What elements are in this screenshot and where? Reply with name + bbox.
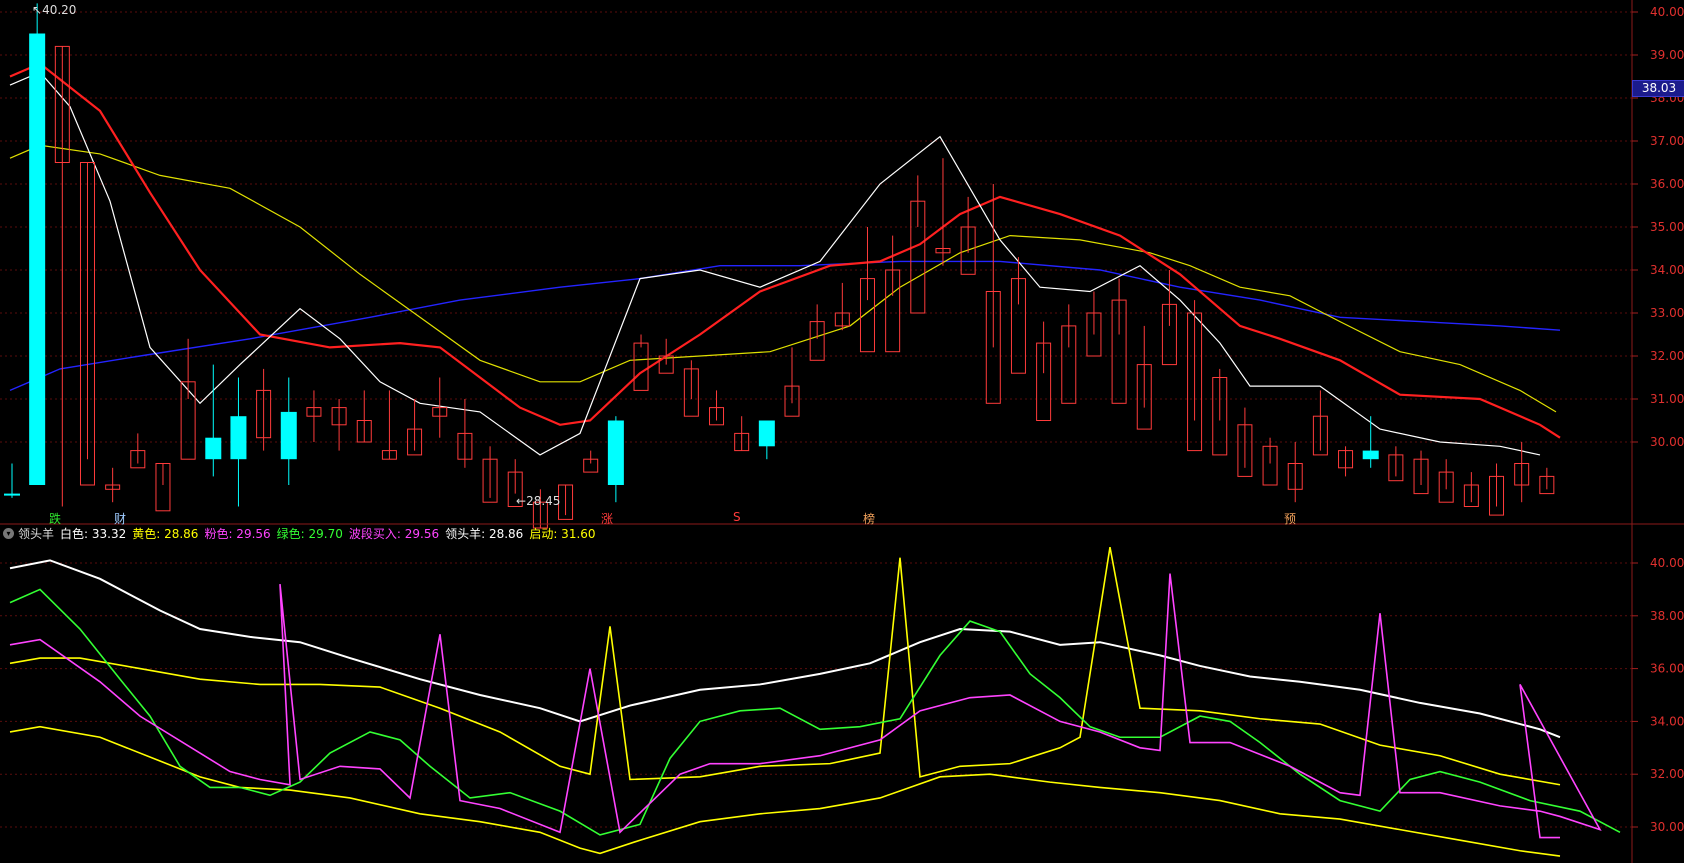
indicator-axis-label: 38.00	[1650, 609, 1684, 623]
price-axis-label: 33.00	[1650, 306, 1684, 320]
candle-body	[205, 437, 222, 460]
price-axis-label: 34.00	[1650, 263, 1684, 277]
indicator-value-buy: 波段买入: 29.56	[348, 526, 440, 541]
price-axis-label: 39.00	[1650, 48, 1684, 62]
candle-body	[4, 493, 20, 496]
candle-body	[607, 420, 624, 485]
marker-s[interactable]: S	[733, 510, 741, 524]
low-price-annotation: ←28.45	[516, 494, 561, 508]
price-axis-label: 31.00	[1650, 392, 1684, 406]
stock-chart[interactable]: 40.00 39.00 38.00 37.00 36.00 35.00 34.00 33.00…	[0, 0, 1684, 863]
price-axis-label: 40.00	[1650, 5, 1684, 19]
indicator-value-yellow: 黄色: 28.86	[132, 526, 199, 541]
candle-body	[29, 33, 46, 485]
indicator-value-leader: 领头羊: 28.86	[445, 526, 524, 541]
marker-rise[interactable]: 涨	[601, 510, 613, 527]
candle-body	[758, 420, 775, 447]
price-axis-label: 36.00	[1650, 177, 1684, 191]
collapse-icon[interactable]: ▾	[3, 527, 14, 539]
indicator-value-white: 白色: 33.32	[60, 526, 127, 541]
candle-body	[280, 411, 297, 460]
indicator-axis-label: 30.00	[1650, 820, 1684, 834]
indicator-bar: ▾ 领头羊 白色: 33.32 黄色: 28.86 粉色: 29.56 绿色: …	[0, 524, 602, 542]
indicator-axis-label: 34.00	[1650, 714, 1684, 728]
indicator-value-pink: 粉色: 29.56	[204, 526, 271, 541]
price-axis-label: 30.00	[1650, 435, 1684, 449]
indicator-value-start: 启动: 31.60	[529, 526, 596, 541]
price-axis-label: 32.00	[1650, 349, 1684, 363]
price-axis-label: 37.00	[1650, 134, 1684, 148]
indicator-axis-label: 36.00	[1650, 662, 1684, 676]
current-price-tag: 38.03	[1632, 80, 1684, 97]
price-axis-label: 35.00	[1650, 220, 1684, 234]
indicator-axis-label: 32.00	[1650, 767, 1684, 781]
candle-body	[230, 416, 247, 460]
indicator-name[interactable]: 领头羊	[18, 525, 54, 542]
indicator-axis-label: 40.00	[1650, 556, 1684, 570]
high-price-annotation: ↖40.20	[32, 3, 77, 17]
candle-body	[1362, 450, 1379, 460]
marker-rank[interactable]: 榜	[863, 510, 875, 527]
marker-forecast[interactable]: 预	[1284, 510, 1296, 527]
indicator-value-green: 绿色: 29.70	[276, 526, 343, 541]
